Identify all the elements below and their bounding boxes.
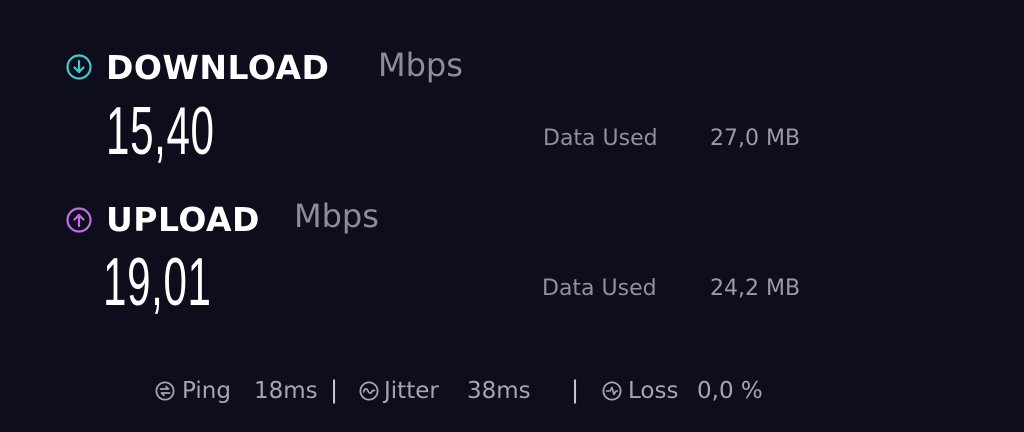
download-speed-value: 15,40 [106, 93, 215, 169]
upload-speed-value: 19,01 [103, 244, 212, 320]
download-unit: Mbps [378, 46, 463, 84]
jitter-value: 38ms [467, 378, 531, 404]
upload-title: UPLOAD [106, 200, 260, 239]
loss-value: 0,0 % [697, 378, 763, 404]
loss-label: Loss [628, 378, 679, 404]
loss-icon [602, 381, 622, 401]
ping-icon [155, 381, 175, 401]
arrow-up-circle-icon [66, 207, 92, 233]
upload-unit: Mbps [294, 197, 379, 235]
ping-label: Ping [182, 378, 231, 404]
ping-value: 18ms [254, 378, 318, 404]
upload-data-used-label: Data Used [542, 276, 657, 301]
download-title: DOWNLOAD [106, 48, 330, 87]
jitter-icon [359, 381, 379, 401]
arrow-down-circle-icon [66, 54, 92, 80]
download-data-used-label: Data Used [543, 126, 658, 151]
download-data-used-value: 27,0 MB [710, 126, 801, 151]
stats-divider-1: | [330, 376, 339, 404]
jitter-label: Jitter [384, 378, 439, 404]
upload-data-used-value: 24,2 MB [710, 276, 801, 301]
stats-divider-2: | [571, 376, 580, 404]
